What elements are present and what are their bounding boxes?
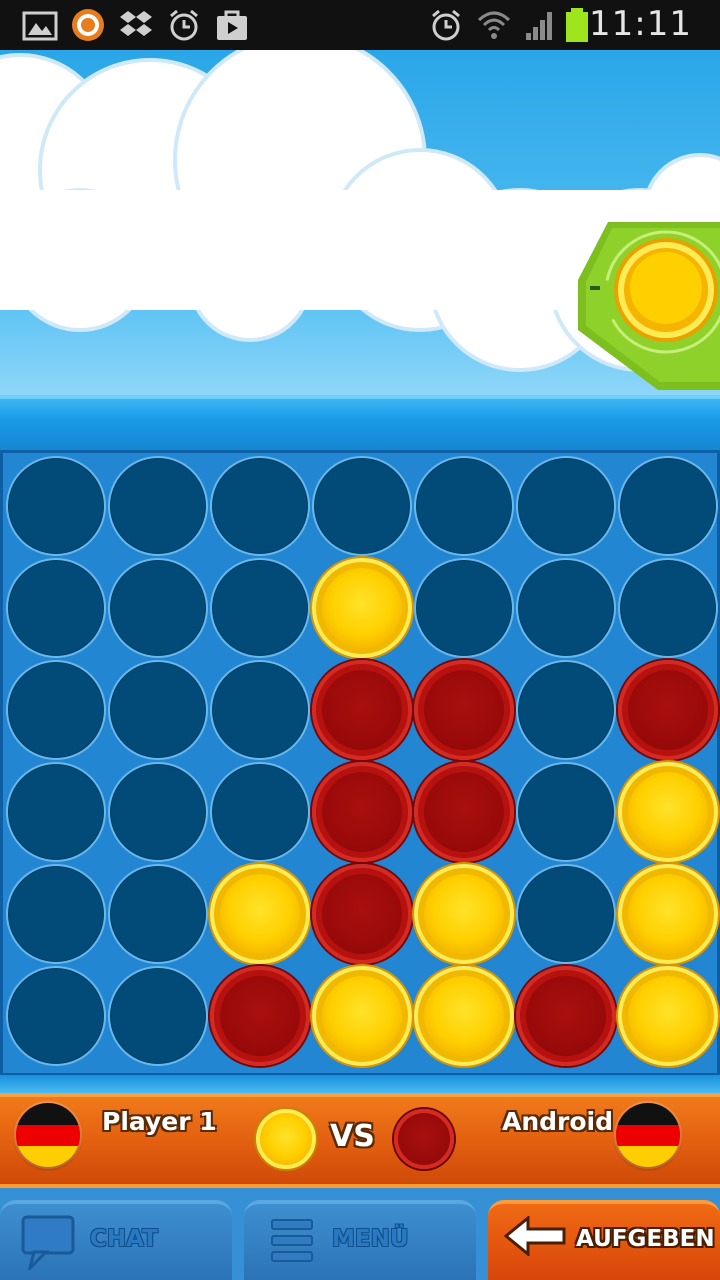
red-chip[interactable] [414,660,514,760]
menu-label: MENÜ [332,1226,409,1252]
menu-button[interactable]: MENÜ [244,1200,476,1280]
board-slot[interactable] [516,456,616,556]
board-slot[interactable] [108,660,208,760]
board-slot[interactable] [210,660,310,760]
menu-icon [271,1219,313,1262]
board-slot[interactable] [312,456,412,556]
play-store-icon [217,10,247,40]
arrow-left-icon [504,1216,566,1256]
clock-time: 11:11 [589,4,692,44]
board-slot[interactable] [516,558,616,658]
board-slot[interactable] [6,762,106,862]
board-slot[interactable] [516,762,616,862]
game-board[interactable] [0,453,720,1073]
board-slot[interactable] [414,456,514,556]
red-chip[interactable] [516,966,616,1066]
yellow-chip[interactable] [414,966,514,1066]
board-slot[interactable] [516,660,616,760]
board-slot[interactable] [108,456,208,556]
board-base [0,1073,720,1093]
status-bar: 11:11 [0,0,720,50]
board-slot[interactable] [210,762,310,862]
red-chip[interactable] [210,966,310,1066]
yellow-chip[interactable] [312,966,412,1066]
yellow-chip[interactable] [618,966,718,1066]
board-slot[interactable] [618,456,718,556]
red-chip[interactable] [312,660,412,760]
board-slot[interactable] [210,558,310,658]
board-slot[interactable] [618,558,718,658]
red-chip[interactable] [312,864,412,964]
app-notification-icon [72,9,104,41]
board-slot[interactable] [414,558,514,658]
vs-label: VS [330,1119,375,1154]
board-slot[interactable] [108,762,208,862]
red-chip[interactable] [414,762,514,862]
yellow-chip[interactable] [414,864,514,964]
chat-label: CHAT [90,1226,158,1252]
board-slot[interactable] [108,966,208,1066]
germany-flag-icon [16,1103,80,1167]
player1-name: Player 1 [102,1107,217,1136]
board-slot[interactable] [516,864,616,964]
red-chip[interactable] [312,762,412,862]
dropbox-icon [120,11,152,36]
player2-name: Android [502,1107,614,1136]
alarm-clock-icon [170,9,198,41]
turn-indicator [578,222,720,390]
yellow-chip[interactable] [210,864,310,964]
chat-bubble-icon [21,1215,75,1270]
yellow-chip[interactable] [618,762,718,862]
board-drop-zone[interactable] [0,395,720,453]
red-chip[interactable] [618,660,718,760]
board-slot[interactable] [6,456,106,556]
battery-icon [566,8,588,42]
signal-icon [526,12,552,40]
alarm-icon [432,9,460,41]
board-slot[interactable] [108,864,208,964]
chat-button[interactable]: CHAT [0,1200,232,1280]
board-slot[interactable] [108,558,208,658]
wifi-icon [477,11,511,39]
bottom-bar: CHAT MENÜ AUFGEBEN [0,1188,720,1280]
board-slot[interactable] [6,966,106,1066]
player2-chip [394,1109,454,1169]
give-up-button[interactable]: AUFGEBEN [488,1200,720,1280]
players-bar: Player 1 VS Android [0,1093,720,1188]
board-slot[interactable] [6,864,106,964]
board-slot[interactable] [6,660,106,760]
board-slot[interactable] [6,558,106,658]
give-up-label: AUFGEBEN [576,1226,715,1252]
yellow-chip[interactable] [312,558,412,658]
gallery-icon [22,11,58,41]
yellow-chip[interactable] [618,864,718,964]
board-slot[interactable] [210,456,310,556]
player1-chip [256,1109,316,1169]
germany-flag-icon [616,1103,680,1167]
